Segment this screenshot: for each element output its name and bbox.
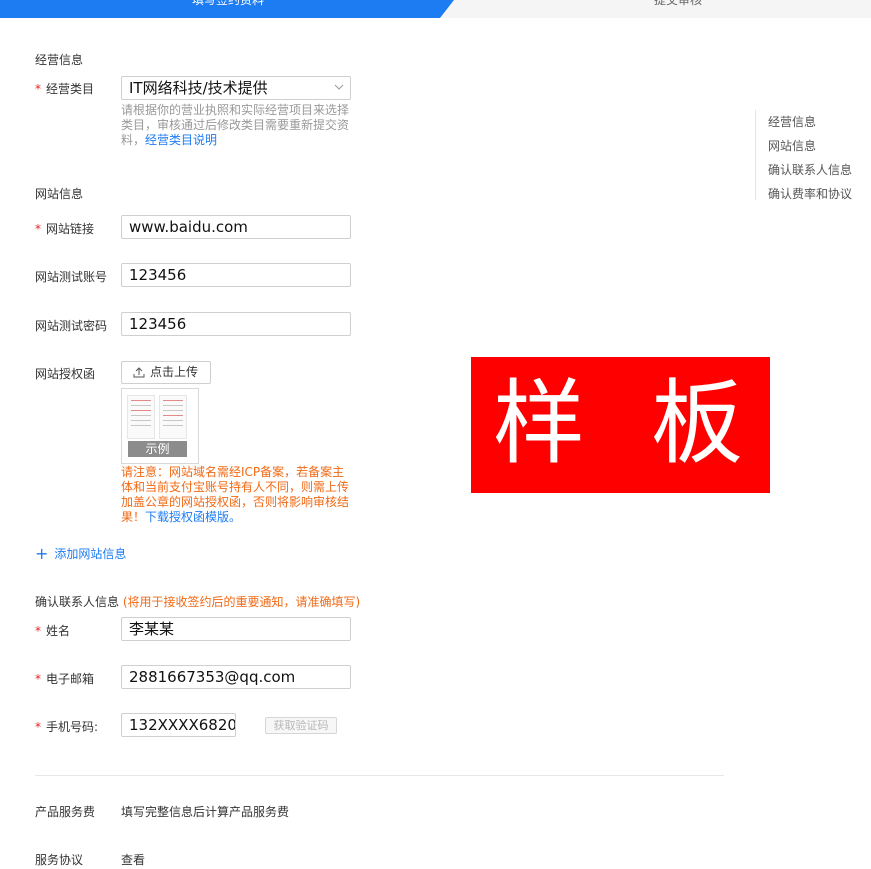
step-submit-review: 提交审核: [654, 0, 703, 7]
icp-notice: 请注意：网站域名需经ICP备案，若备案主体和当前支付宝账号持有人不同，则需上传加…: [121, 465, 350, 524]
upload-icon: [133, 367, 145, 378]
anchor-fee-agreement[interactable]: 确认费率和协议: [768, 185, 852, 202]
category-help-link[interactable]: 经营类目说明: [145, 133, 217, 147]
anchor-contact[interactable]: 确认联系人信息: [768, 161, 852, 178]
fee-value: 填写完整信息后计算产品服务费: [121, 805, 290, 819]
section-contact-title: 确认联系人信息 (将用于接收签约后的重要通知，请准确填写): [35, 595, 361, 609]
name-input[interactable]: 李某某: [121, 617, 351, 641]
watermark-char-2: 板: [651, 370, 744, 477]
test-password-input[interactable]: 123456: [121, 312, 351, 336]
required-mark: *: [35, 624, 41, 638]
required-mark: *: [35, 222, 41, 236]
section-business-title: 经营信息: [35, 53, 84, 67]
url-label: * 网站链接: [35, 222, 95, 236]
category-select-value: IT网络科技/技术提供: [129, 79, 268, 97]
watermark-char-1: 样: [493, 370, 586, 477]
email-input[interactable]: 2881667353@qq.com: [121, 665, 351, 689]
agreement-view-link[interactable]: 查看: [121, 851, 145, 868]
upload-button[interactable]: 点击上传: [121, 361, 211, 384]
category-hint: 请根据你的营业执照和实际经营项目来选择类目，审核通过后修改类目需要重新提交资料，…: [121, 103, 350, 147]
auth-letter-label: 网站授权函: [35, 367, 96, 381]
step-bar: 填写签约资料 提交审核: [0, 0, 871, 18]
sample-page-1: [127, 395, 155, 439]
required-mark: *: [35, 82, 41, 96]
get-code-button[interactable]: 获取验证码: [265, 717, 337, 734]
download-template-link[interactable]: 下载授权函模版。: [145, 510, 241, 524]
plus-icon: +: [35, 544, 49, 563]
chevron-down-icon: [334, 84, 344, 90]
test-account-input[interactable]: 123456: [121, 263, 351, 287]
sample-caption: 示例: [128, 441, 187, 457]
email-label: * 电子邮箱: [35, 672, 95, 686]
anchor-website[interactable]: 网站信息: [768, 137, 816, 154]
fee-label: 产品服务费: [35, 805, 96, 819]
required-mark: *: [35, 720, 41, 734]
required-mark: *: [35, 672, 41, 686]
phone-label: * 手机号码:: [35, 720, 99, 734]
anchor-nav: 经营信息 网站信息 确认联系人信息 确认费率和协议: [755, 110, 871, 202]
contact-note: (将用于接收签约后的重要通知，请准确填写): [122, 595, 361, 609]
sample-page-2: [159, 395, 187, 439]
divider: [35, 775, 724, 776]
agreement-label: 服务协议: [35, 853, 84, 867]
add-website-button[interactable]: + 添加网站信息: [35, 545, 126, 562]
step-arrow: [440, 0, 454, 18]
phone-input[interactable]: 132XXXX6820: [121, 713, 236, 737]
anchor-business[interactable]: 经营信息: [768, 113, 816, 130]
category-select[interactable]: IT网络科技/技术提供: [121, 76, 351, 100]
sample-thumbnail[interactable]: 示例: [121, 388, 199, 464]
section-website-title: 网站信息: [35, 187, 84, 201]
test-password-label: 网站测试密码: [35, 319, 108, 333]
sample-watermark: 样 板: [471, 357, 770, 493]
test-account-label: 网站测试账号: [35, 270, 108, 284]
website-url-input[interactable]: www.baidu.com: [121, 215, 351, 239]
name-label: * 姓名: [35, 624, 71, 638]
category-label: * 经营类目: [35, 82, 95, 96]
step-fill-info: 填写签约资料: [192, 0, 265, 7]
upload-button-label: 点击上传: [150, 365, 199, 379]
